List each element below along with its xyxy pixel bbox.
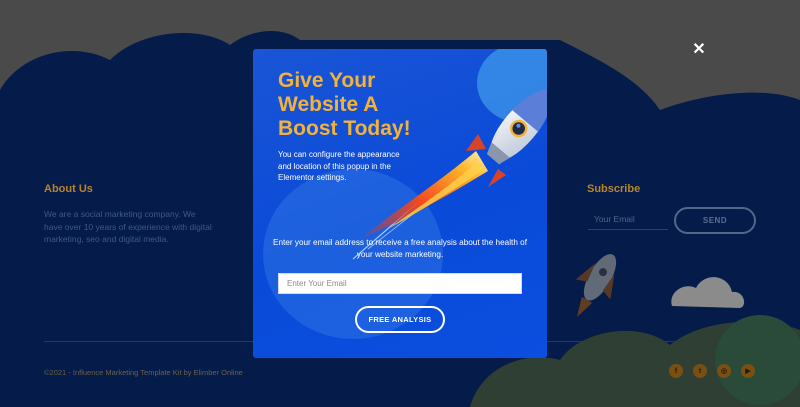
- email-field[interactable]: [278, 273, 522, 294]
- popup-dialog: Give Your Website A Boost Today! You can…: [253, 49, 547, 358]
- about-text: We are a social marketing company. We ha…: [44, 209, 212, 244]
- copyright-text: ©2021 - Influence Marketing Template Kit…: [44, 368, 243, 377]
- popup-headline: Give Your Website A Boost Today!: [278, 69, 411, 140]
- subscribe-title: Subscribe: [587, 183, 641, 195]
- twitter-icon[interactable]: t: [693, 364, 707, 378]
- instagram-icon[interactable]: ◎: [717, 364, 731, 378]
- youtube-icon[interactable]: ▶: [741, 364, 755, 378]
- subscribe-email-input[interactable]: [588, 208, 668, 230]
- social-links: f t ◎ ▶: [669, 364, 755, 378]
- send-button[interactable]: SEND: [674, 207, 756, 234]
- free-analysis-button[interactable]: FREE ANALYSIS: [355, 306, 445, 333]
- close-popup-button[interactable]: ✕: [690, 41, 708, 59]
- facebook-icon[interactable]: f: [669, 364, 683, 378]
- popup-prompt: Enter your email address to receive a fr…: [273, 238, 527, 259]
- popup-description: You can configure the appearance and loc…: [278, 150, 400, 182]
- about-title: About Us: [44, 183, 93, 195]
